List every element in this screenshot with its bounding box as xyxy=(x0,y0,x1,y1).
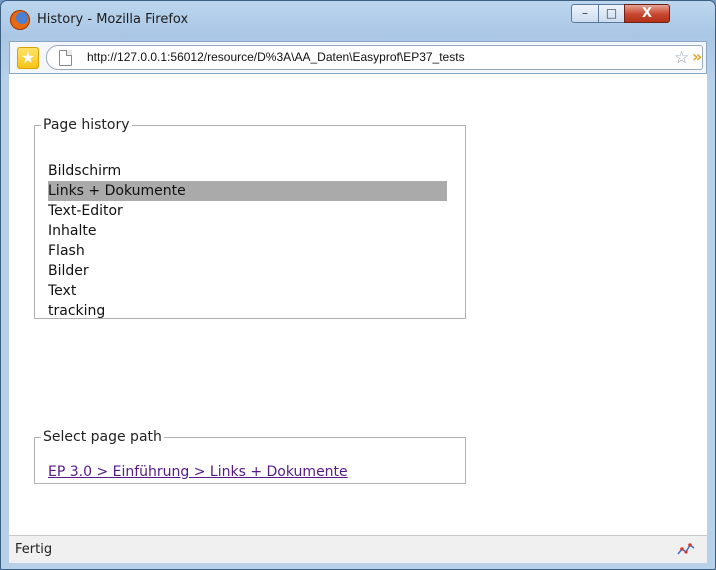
history-list-item[interactable]: Text xyxy=(48,281,447,301)
close-icon: X xyxy=(641,6,653,21)
add-bookmark-star-icon[interactable]: ☆ xyxy=(674,48,689,68)
page-history-group: Page history Bildschirm Links + Dokumente… xyxy=(34,117,466,319)
activity-graph-icon[interactable] xyxy=(677,540,695,558)
history-list-item[interactable]: Flash xyxy=(48,241,447,261)
history-list-item[interactable]: Links + Dokumente xyxy=(48,181,447,201)
page-path-group: Select page path EP 3.0 > Einführung > L… xyxy=(34,429,466,484)
firefox-logo-icon xyxy=(10,10,30,30)
history-list-item[interactable]: Inhalte xyxy=(48,221,447,241)
window-title: History - Mozilla Firefox xyxy=(37,12,189,27)
minimize-icon: – xyxy=(582,6,588,20)
status-bar: Fertig xyxy=(9,535,707,563)
close-button[interactable]: X xyxy=(624,4,670,23)
page-history-legend: Page history xyxy=(43,117,130,133)
status-text: Fertig xyxy=(15,542,53,557)
maximize-icon: □ xyxy=(605,6,618,20)
browser-window: History - Mozilla Firefox – □ X ★ http:/… xyxy=(0,0,716,570)
history-list-item[interactable]: tracking xyxy=(48,301,447,321)
page-content: Page history Bildschirm Links + Dokumente… xyxy=(9,74,707,535)
page-path-link[interactable]: EP 3.0 > Einführung > Links + Dokumente xyxy=(48,464,348,480)
history-list-item[interactable]: Bildschirm xyxy=(48,161,447,181)
go-arrows-icon[interactable]: » xyxy=(692,47,702,66)
page-icon xyxy=(59,50,72,66)
url-field[interactable]: http://127.0.0.1:56012/resource/D%3A\AA_… xyxy=(46,45,703,70)
title-bar[interactable]: History - Mozilla Firefox – □ X xyxy=(1,1,715,41)
history-list-item[interactable]: Text-Editor xyxy=(48,201,447,221)
minimize-button[interactable]: – xyxy=(571,4,599,23)
navigation-toolbar: ★ http://127.0.0.1:56012/resource/D%3A\A… xyxy=(9,41,707,74)
bookmark-star-icon[interactable]: ★ xyxy=(17,47,39,69)
page-path-legend: Select page path xyxy=(43,429,162,445)
history-list-item[interactable]: Bilder xyxy=(48,261,447,281)
page-history-list[interactable]: Bildschirm Links + Dokumente Text-Editor In… xyxy=(48,161,447,321)
maximize-button[interactable]: □ xyxy=(598,4,625,23)
url-text[interactable]: http://127.0.0.1:56012/resource/D%3A\AA_… xyxy=(87,50,465,64)
